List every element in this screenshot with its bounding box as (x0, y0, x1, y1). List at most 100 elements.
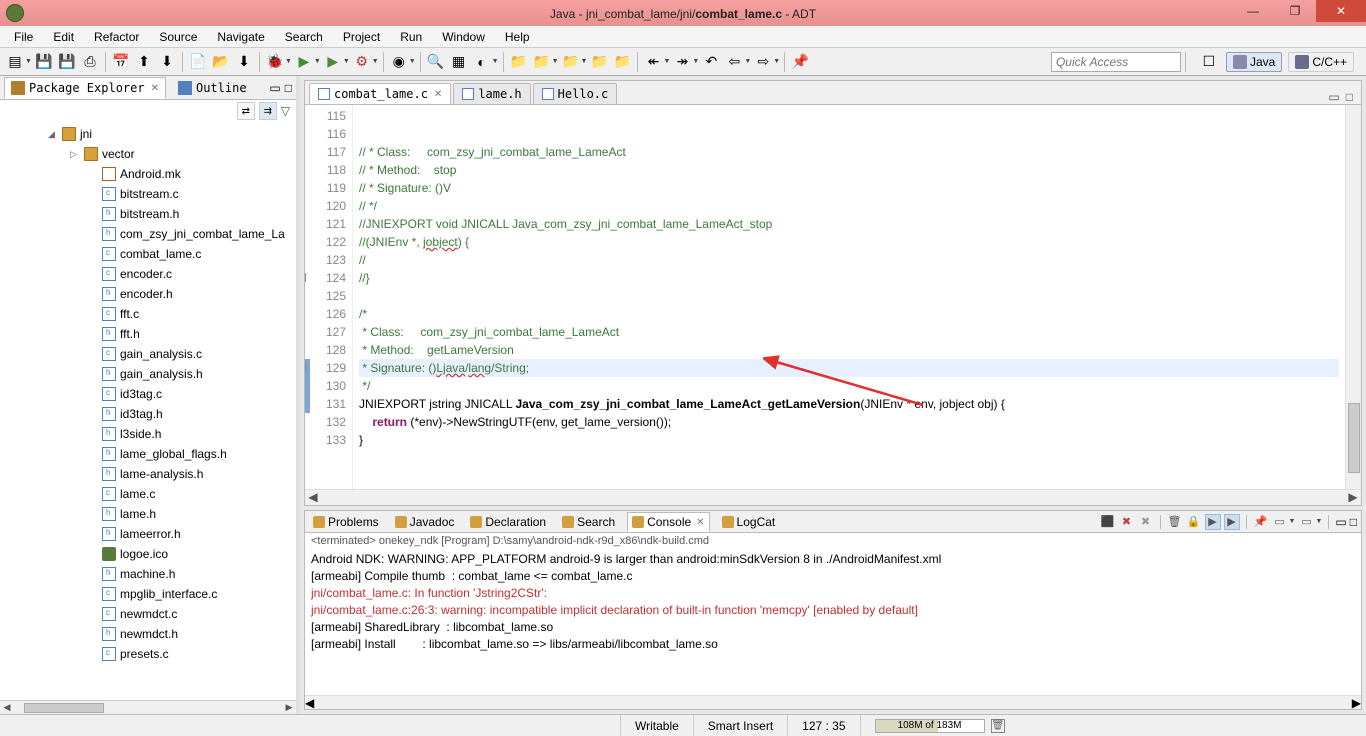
close-icon[interactable]: ✕ (434, 89, 442, 100)
nav-folder5-button[interactable]: 📁 (611, 51, 633, 73)
show-console-button[interactable]: ▶ (1205, 514, 1221, 530)
view-menu-button[interactable]: ▽ (281, 104, 290, 118)
tree-file[interactable]: bitstream.c (4, 184, 296, 204)
display-console-button[interactable]: ▭ (1272, 514, 1288, 530)
menu-navigate[interactable]: Navigate (207, 28, 274, 46)
external-tools-button[interactable]: ⚙ (351, 51, 373, 73)
tree-folder-vector[interactable]: ▷ vector (4, 144, 296, 164)
console-minimize-button[interactable]: ▭ (1335, 515, 1346, 529)
menu-refactor[interactable]: Refactor (84, 28, 149, 46)
close-icon[interactable]: ✕ (151, 83, 159, 94)
menu-edit[interactable]: Edit (43, 28, 84, 46)
tree-file[interactable]: lameerror.h (4, 524, 296, 544)
scroll-lock-button[interactable]: 🔒 (1186, 514, 1202, 530)
sdk-manager-button[interactable]: 📅 (110, 51, 132, 73)
menu-search[interactable]: Search (275, 28, 333, 46)
tree-hscrollbar[interactable]: ◀▶ (0, 700, 296, 714)
perspective-cpp[interactable]: C/C++ (1288, 52, 1354, 72)
debug-button[interactable]: 🐞 (264, 51, 286, 73)
gc-button[interactable]: 🗑 (991, 719, 1005, 733)
pin-console-button[interactable]: 📌 (1253, 514, 1269, 530)
show-stderr-button[interactable]: ▶ (1224, 514, 1240, 530)
tree-file[interactable]: gain_analysis.h (4, 364, 296, 384)
menu-window[interactable]: Window (432, 28, 495, 46)
console-output[interactable]: Android NDK: WARNING: APP_PLATFORM andro… (305, 549, 1361, 695)
pin-button[interactable]: 📌 (789, 51, 811, 73)
tree-file[interactable]: lame-analysis.h (4, 464, 296, 484)
build-button[interactable]: ⬇ (233, 51, 255, 73)
tree-file[interactable]: fft.h (4, 324, 296, 344)
tree-file[interactable]: encoder.h (4, 284, 296, 304)
link-editor-button[interactable]: ⇉ (259, 102, 277, 120)
open-task-button[interactable]: ◐ (471, 51, 493, 73)
open-perspective-button[interactable]: ☐ (1198, 51, 1220, 73)
menu-help[interactable]: Help (495, 28, 540, 46)
close-button[interactable]: ✕ (1316, 0, 1366, 22)
tree-file[interactable]: lame.c (4, 484, 296, 504)
tree-file[interactable]: newmdct.c (4, 604, 296, 624)
console-tab-declaration[interactable]: Declaration (466, 513, 550, 531)
perspective-java[interactable]: Java (1226, 52, 1282, 72)
new-class-button[interactable]: ◉ (388, 51, 410, 73)
console-tab-logcat[interactable]: LogCat (718, 513, 780, 531)
tree-file[interactable]: combat_lame.c (4, 244, 296, 264)
tree-file[interactable]: machine.h (4, 564, 296, 584)
tree-file[interactable]: presets.c (4, 644, 296, 664)
new-package-button[interactable]: 📂 (210, 51, 232, 73)
avd-download-button[interactable]: ⬇ (156, 51, 178, 73)
console-hscrollbar[interactable]: ◀▶ (305, 695, 1361, 709)
console-tab-console[interactable]: Console ✕ (627, 512, 709, 532)
console-tab-problems[interactable]: Problems (309, 513, 383, 531)
new-button[interactable]: ▤ (4, 51, 26, 73)
console-tab-javadoc[interactable]: Javadoc (391, 513, 459, 531)
close-icon[interactable]: ✕ (696, 517, 704, 528)
nav-folder3-button[interactable]: 📁 (560, 51, 582, 73)
quick-access-input[interactable] (1051, 52, 1181, 72)
nav-folder1-button[interactable]: 📁 (508, 51, 530, 73)
console-maximize-button[interactable]: □ (1350, 515, 1357, 529)
menu-source[interactable]: Source (149, 28, 207, 46)
tree-file[interactable]: bitstream.h (4, 204, 296, 224)
save-button[interactable]: 💾 (33, 51, 55, 73)
remove-all-button[interactable]: ✖ (1119, 514, 1135, 530)
minimize-view-button[interactable]: ▭ (269, 81, 280, 95)
open-type-button[interactable]: 📄 (187, 51, 209, 73)
tree-file[interactable]: gain_analysis.c (4, 344, 296, 364)
search-button[interactable]: 🔍 (425, 51, 447, 73)
menu-file[interactable]: File (4, 28, 43, 46)
tree-file[interactable]: mpglib_interface.c (4, 584, 296, 604)
editor-minimize-button[interactable]: ▭ (1328, 90, 1339, 104)
editor-hscrollbar[interactable]: ◀▶ (305, 489, 1361, 505)
tab-package-explorer[interactable]: Package Explorer ✕ (4, 77, 166, 99)
status-heap[interactable]: 108M of 183M 🗑 (860, 715, 1019, 736)
tab-outline[interactable]: Outline (172, 78, 253, 98)
editor-vscrollbar[interactable] (1345, 105, 1361, 489)
menu-project[interactable]: Project (333, 28, 390, 46)
code-editor[interactable]: // * Class: com_zsy_jni_combat_lame_Lame… (353, 105, 1345, 489)
editor-maximize-button[interactable]: □ (1346, 90, 1353, 104)
back-button[interactable]: ⇦ (723, 51, 745, 73)
editor-tab[interactable]: combat_lame.c✕ (309, 83, 451, 104)
tree-file[interactable]: id3tag.c (4, 384, 296, 404)
tree-folder-jni[interactable]: ◢ jni (4, 124, 296, 144)
clear-console-button[interactable]: 🗑 (1167, 514, 1183, 530)
remove-launch-button[interactable]: ⬛ (1100, 514, 1116, 530)
tree-file[interactable]: fft.c (4, 304, 296, 324)
tree-file[interactable]: logoe.ico (4, 544, 296, 564)
editor-tab[interactable]: lame.h (453, 83, 530, 104)
print-button[interactable]: ⎙ (79, 51, 101, 73)
run-button[interactable]: ▶ (293, 51, 315, 73)
tree-file[interactable]: lame_global_flags.h (4, 444, 296, 464)
terminate-button[interactable]: ✖ (1138, 514, 1154, 530)
tree-file[interactable]: Android.mk (4, 164, 296, 184)
maximize-button[interactable]: ❐ (1274, 0, 1316, 22)
menu-run[interactable]: Run (390, 28, 432, 46)
save-all-button[interactable]: 💾 (56, 51, 78, 73)
tree-file[interactable]: com_zsy_jni_combat_lame_La (4, 224, 296, 244)
tree-file[interactable]: lame.h (4, 504, 296, 524)
tree-file[interactable]: encoder.c (4, 264, 296, 284)
nav-folder4-button[interactable]: 📁 (588, 51, 610, 73)
prev-annotation-button[interactable]: ↞ (642, 51, 664, 73)
avd-upload-button[interactable]: ⬆ (133, 51, 155, 73)
next-annotation-button[interactable]: ↠ (671, 51, 693, 73)
